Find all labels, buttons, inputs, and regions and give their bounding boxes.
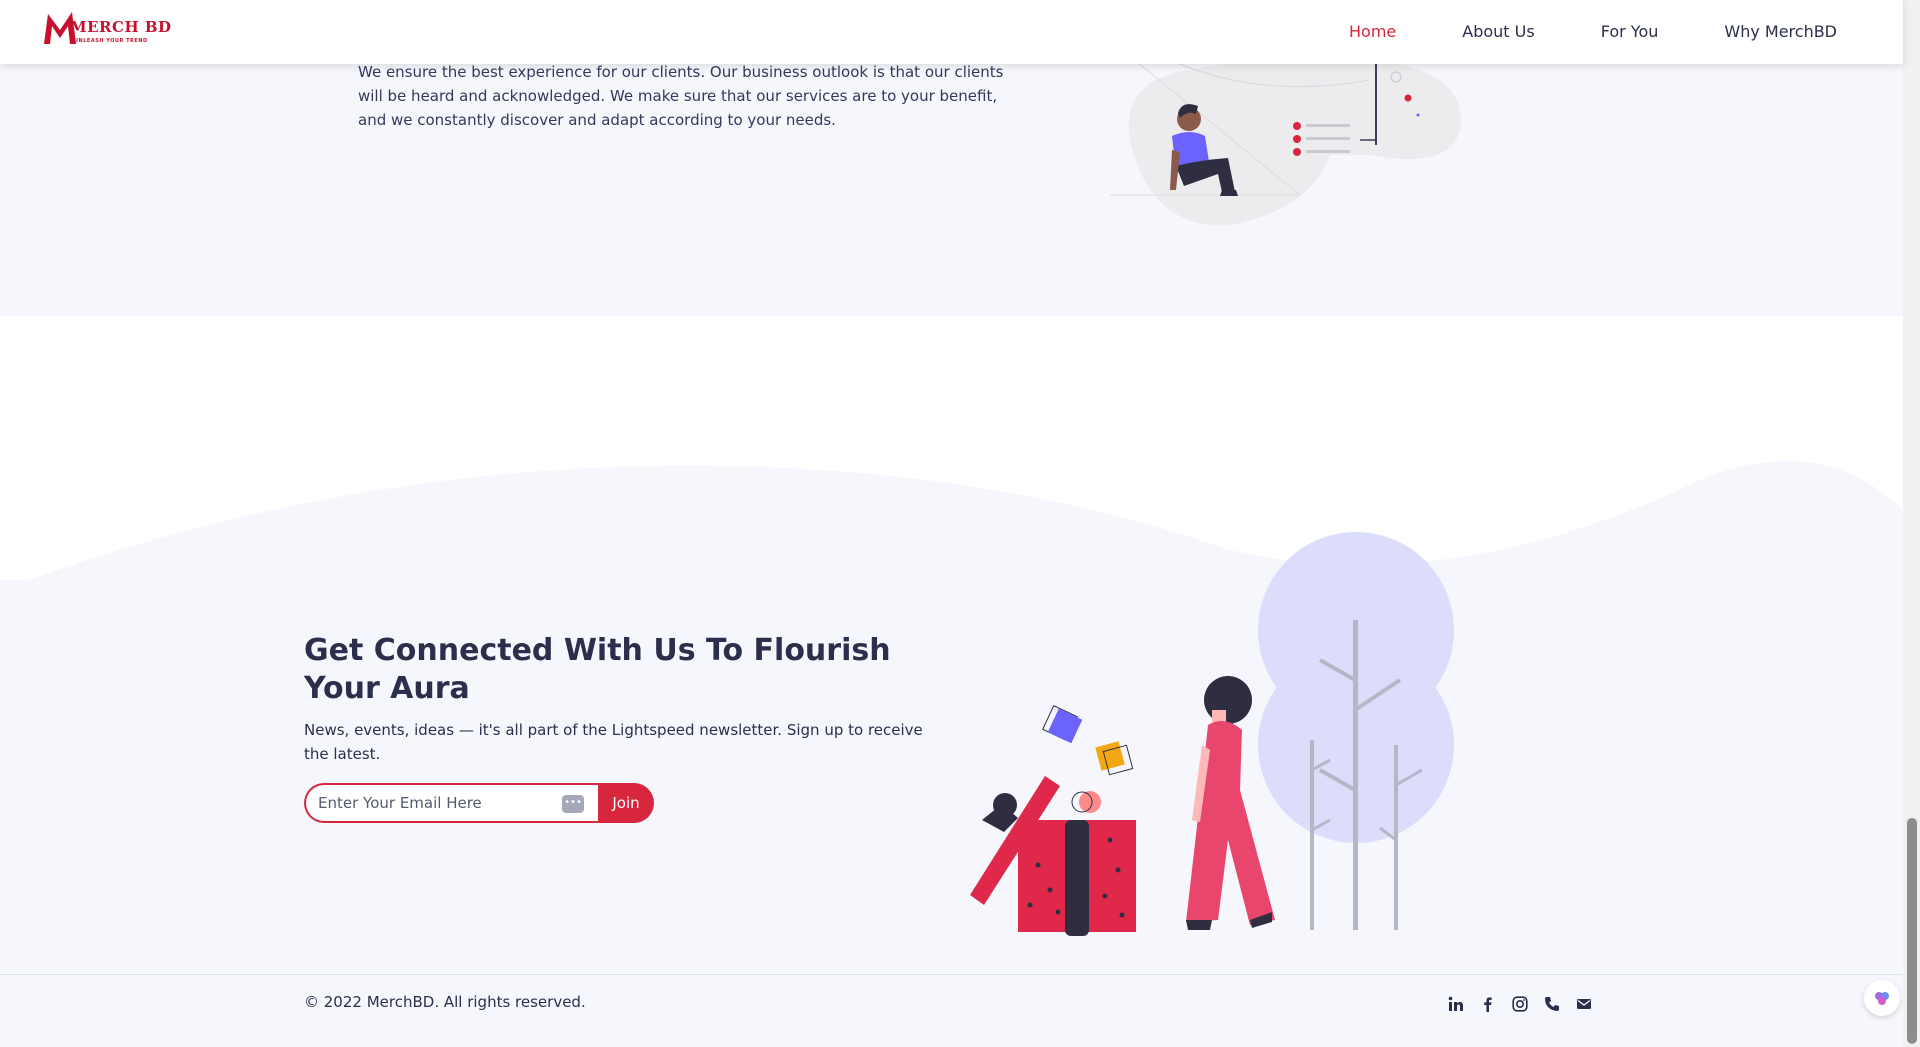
- facebook-icon[interactable]: [1479, 995, 1497, 1013]
- main-nav: Home About Us For You Why MerchBD: [1283, 22, 1837, 41]
- newsletter-form: ••• Join: [304, 783, 654, 823]
- join-button[interactable]: Join: [598, 783, 654, 823]
- nav-why-merchbd[interactable]: Why MerchBD: [1724, 22, 1837, 41]
- instagram-icon[interactable]: [1511, 995, 1529, 1013]
- linkedin-icon[interactable]: [1447, 995, 1465, 1013]
- social-links: [1447, 995, 1593, 1013]
- gift-illustration: [970, 532, 1454, 936]
- phone-icon[interactable]: [1543, 995, 1561, 1013]
- scrollbar-thumb[interactable]: [1907, 818, 1917, 1044]
- page-scrollbar[interactable]: [1903, 0, 1920, 1047]
- newsletter-title: Get Connected With Us To Flourish Your A…: [304, 633, 891, 706]
- nav-home[interactable]: Home: [1349, 22, 1396, 41]
- about-text: We ensure the best experience for our cl…: [358, 63, 1004, 129]
- nav-for-you[interactable]: For You: [1601, 22, 1659, 41]
- email-field-wrapper: •••: [304, 783, 598, 823]
- person-sitting-illustration: [1110, 40, 1461, 226]
- logo-tagline: UNLEASH YOUR TREND: [74, 38, 148, 44]
- logo-text: MERCH BD: [70, 18, 172, 36]
- site-header: MERCH BD UNLEASH YOUR TREND Home About U…: [0, 0, 1903, 64]
- assistant-extension-icon[interactable]: [1864, 980, 1900, 1016]
- mail-icon[interactable]: [1575, 995, 1593, 1013]
- password-manager-icon[interactable]: •••: [562, 795, 584, 813]
- newsletter-section: [0, 580, 1903, 975]
- newsletter-subtitle: News, events, ideas — it's all part of t…: [304, 721, 923, 763]
- site-footer: © 2022 MerchBD. All rights reserved.: [0, 974, 1903, 1047]
- email-input[interactable]: [318, 794, 548, 812]
- copyright-text: © 2022 MerchBD. All rights reserved.: [304, 993, 586, 1011]
- nav-about-us[interactable]: About Us: [1462, 22, 1534, 41]
